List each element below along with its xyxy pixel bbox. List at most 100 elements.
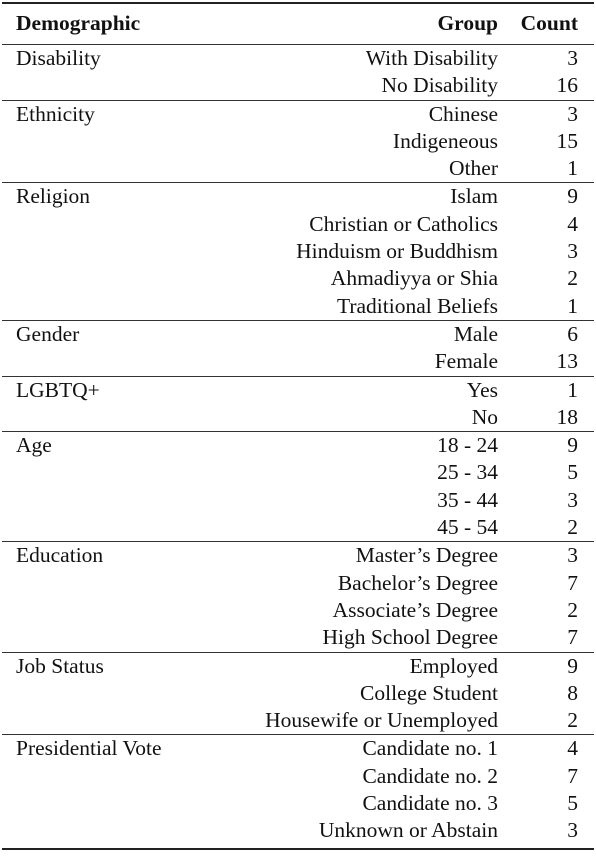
group-cell: Employed [256, 651, 498, 680]
demographic-cell: Job Status [2, 651, 256, 680]
group-cell: With Disability [365, 46, 498, 70]
demographics-table: Demographic Group Count Disability With D… [2, 2, 594, 850]
group-cell: Chinese [256, 99, 498, 128]
demographic-cell: Education [2, 541, 256, 570]
table-row: No 18 [2, 404, 594, 432]
table-row: Presidential Vote Candidate no. 14 [2, 734, 594, 763]
count-cell: 9 [498, 431, 594, 460]
demographic-cell [2, 680, 256, 707]
count-cell: 1 [567, 156, 578, 181]
demographic-cell [2, 817, 256, 848]
table-row: Education Master’s Degree 3 [2, 541, 594, 570]
count-cell: 1 [567, 293, 578, 318]
count-cell: 2 [567, 597, 578, 622]
section-ethnicity: Ethnicity Chinese 3 Indigeneous 15 Other 1 [2, 99, 594, 183]
group-cell: No Disability [381, 73, 498, 98]
section-education: Education Master’s Degree 3 Bachelor’s Degr… [2, 541, 594, 652]
table-row: Age 18 - 24 9 [2, 431, 594, 460]
demographic-cell [2, 404, 256, 432]
count-cell: 7 [567, 625, 578, 650]
demographic-cell: LGBTQ+ [2, 375, 256, 404]
table-row: Christian or Catholics 4 [2, 211, 594, 238]
section-age: Age 18 - 24 9 25 - 34 5 35 - 44 3 45 - 54 2 [2, 431, 594, 542]
count-cell: 5 [567, 460, 578, 485]
table-row: Ethnicity Chinese 3 [2, 99, 594, 128]
demographic-cell: Religion [2, 182, 256, 211]
header-row: Demographic Group Count [2, 3, 594, 45]
count-cell: 13 [556, 349, 579, 374]
count-cell: 2 [567, 266, 578, 291]
demographic-cell: Disability [16, 46, 101, 70]
demographic-cell [2, 487, 256, 514]
group-cell: 25 - 34 [437, 460, 498, 485]
table-row: Housewife or Unemployed 2 [2, 707, 594, 735]
demographic-cell [2, 348, 256, 376]
section-religion: Religion Islam 9 Christian or Catholics 4 Hin… [2, 182, 594, 321]
demographic-cell [2, 570, 256, 597]
table-row: Unknown or Abstain 3 [2, 817, 594, 848]
table-row: 25 - 34 5 [2, 459, 594, 486]
count-cell: 2 [567, 708, 578, 733]
group-cell: Hinduism or Buddhism [296, 239, 498, 264]
table-row: Associate’s Degree 2 [2, 597, 594, 624]
count-cell: 3 [567, 487, 578, 512]
table-row: Candidate no. 2 7 [2, 763, 594, 790]
group-cell: Unknown or Abstain [318, 818, 498, 843]
count-cell: 3 [567, 239, 578, 264]
table-row: Female 13 [2, 348, 594, 376]
table-row: Gender Male 6 [2, 319, 594, 349]
group-cell: Associate’s Degree [332, 597, 498, 622]
group-cell: No [471, 404, 498, 429]
group-cell: Male [256, 319, 498, 349]
group-cell: 18 - 24 [256, 431, 498, 460]
table-row: Religion Islam 9 [2, 182, 594, 211]
demographic-cell [2, 293, 256, 321]
count-cell: 3 [498, 99, 594, 128]
group-cell: Islam [256, 182, 498, 211]
count-cell: 7 [567, 570, 578, 595]
count-cell: 5 [567, 791, 578, 816]
demographic-cell [2, 707, 256, 735]
group-cell: Indigeneous [392, 128, 498, 153]
count-cell: 7 [567, 763, 578, 788]
section-presidential-vote: Presidential Vote Candidate no. 1 4 Candida… [2, 734, 594, 849]
group-cell: Ahmadiyya or Shia [330, 266, 498, 291]
count-cell: 9 [498, 182, 594, 211]
demographic-cell: Ethnicity [2, 99, 256, 128]
count-cell: 3 [498, 541, 594, 570]
table-row: Hinduism or Buddhism 3 [2, 238, 594, 265]
count-cell: 16 [556, 73, 579, 98]
demographic-cell: Gender [2, 319, 256, 349]
count-cell: 3 [567, 818, 578, 843]
section-gender: Gender Male 6 Female 13 [2, 319, 594, 376]
group-cell: Candidate no. 1 [256, 734, 498, 763]
header-demographic: Demographic [2, 3, 256, 45]
table-row: Disability With Disability 3 [2, 45, 594, 73]
table-row: Indigeneous 15 [2, 128, 594, 155]
table-row: LGBTQ+ Yes 1 [2, 375, 594, 404]
group-cell: Candidate no. 3 [362, 791, 498, 816]
demographic-cell: Presidential Vote [2, 734, 256, 763]
group-cell: 35 - 44 [437, 487, 498, 512]
group-cell: 45 - 54 [437, 515, 498, 540]
demographic-cell: Age [2, 431, 256, 460]
table-row: Bachelor’s Degree 7 [2, 570, 594, 597]
group-cell: High School Degree [322, 625, 498, 650]
count-cell: 8 [567, 680, 578, 705]
table-row: Job Status Employed 9 [2, 651, 594, 680]
count-cell: 9 [498, 651, 594, 680]
demographic-cell [2, 72, 256, 100]
count-cell: 18 [556, 404, 579, 429]
table-row: Traditional Beliefs 1 [2, 293, 594, 321]
table-row: Ahmadiyya or Shia 2 [2, 265, 594, 292]
count-cell: 4 [567, 211, 578, 236]
group-cell: Candidate no. 2 [362, 763, 498, 788]
table-row: 45 - 54 2 [2, 514, 594, 542]
group-cell: Traditional Beliefs [336, 293, 498, 318]
demographic-cell [2, 790, 256, 817]
section-disability: Disability With Disability 3 No Disability 1… [2, 45, 594, 101]
count-cell: 3 [567, 46, 578, 70]
table-row: College Student 8 [2, 680, 594, 707]
section-job-status: Job Status Employed 9 College Student 8 House… [2, 651, 594, 735]
table-row: Other 1 [2, 155, 594, 183]
